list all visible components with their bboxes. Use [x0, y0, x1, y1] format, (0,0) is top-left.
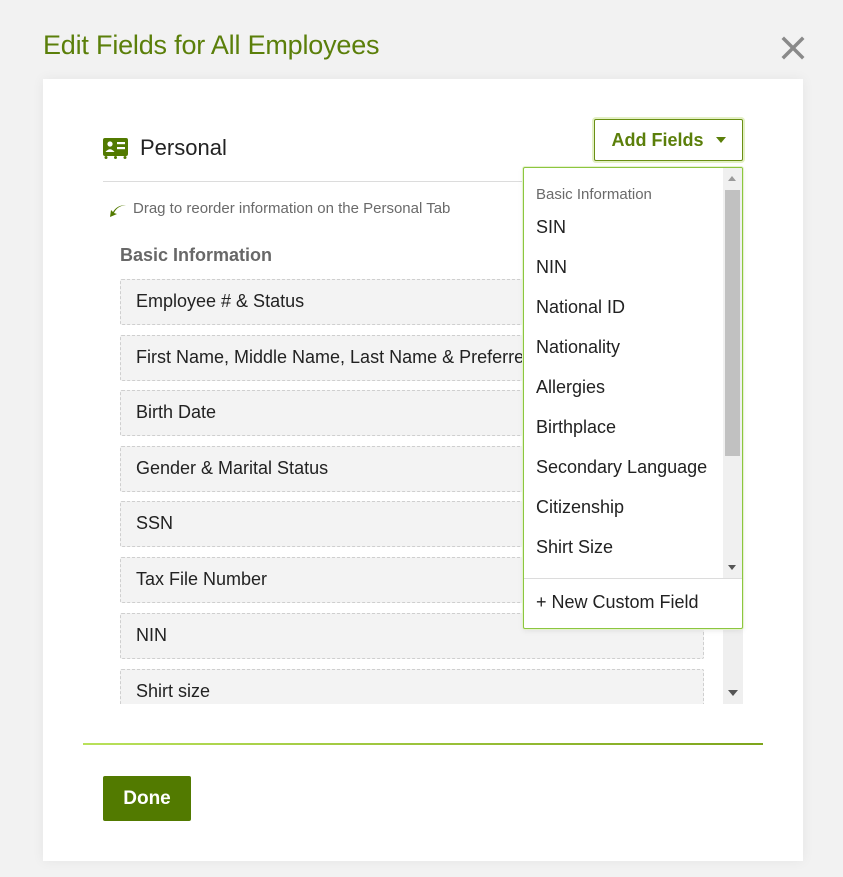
close-button[interactable] [779, 34, 807, 62]
add-fields-dropdown: Basic Information SIN NIN National ID Na… [523, 167, 743, 629]
dropdown-item[interactable]: Shirt Size [536, 537, 613, 558]
group-label: Basic Information [120, 245, 273, 265]
dropdown-group-label: Basic Information [536, 186, 652, 203]
dropdown-item[interactable]: SIN [536, 217, 566, 238]
scroll-down-icon[interactable] [728, 565, 736, 570]
done-button[interactable]: Done [103, 776, 191, 821]
drag-hint-text: Drag to reorder information on the Perso… [133, 199, 451, 217]
dropdown-scrollbar[interactable] [723, 168, 742, 578]
scroll-up-icon[interactable] [728, 176, 736, 181]
curved-arrow-icon [110, 205, 126, 217]
dropdown-item[interactable]: Citizenship [536, 497, 624, 518]
section-header: Personal [103, 135, 227, 161]
id-card-icon [103, 137, 128, 159]
dropdown-item[interactable]: Allergies [536, 377, 605, 398]
header-divider [103, 181, 523, 182]
add-fields-label: Add Fields [611, 129, 704, 150]
dropdown-item[interactable]: NIN [536, 257, 567, 278]
dropdown-item[interactable]: Secondary Language [536, 457, 707, 478]
close-icon [781, 36, 805, 60]
caret-down-icon [715, 137, 726, 143]
add-fields-button[interactable]: Add Fields [594, 119, 743, 161]
scrollbar-thumb[interactable] [725, 190, 740, 456]
modal-title: Edit Fields for All Employees [43, 30, 380, 60]
scroll-down-icon[interactable] [728, 690, 738, 696]
dropdown-footer: + New Custom Field [524, 578, 742, 628]
field-item[interactable]: Shirt size [120, 669, 704, 704]
drag-hint: Drag to reorder information on the Perso… [109, 198, 450, 218]
section-title: Personal [140, 135, 227, 160]
dropdown-item[interactable]: National ID [536, 297, 625, 318]
dropdown-item[interactable]: Nationality [536, 337, 620, 358]
edit-fields-card: Personal Drag to reorder information on … [43, 79, 803, 861]
dropdown-list: Basic Information SIN NIN National ID Na… [524, 168, 722, 578]
dropdown-item[interactable]: Birthplace [536, 417, 616, 438]
footer-divider [83, 743, 763, 745]
new-custom-field-button[interactable]: + New Custom Field [536, 592, 699, 613]
